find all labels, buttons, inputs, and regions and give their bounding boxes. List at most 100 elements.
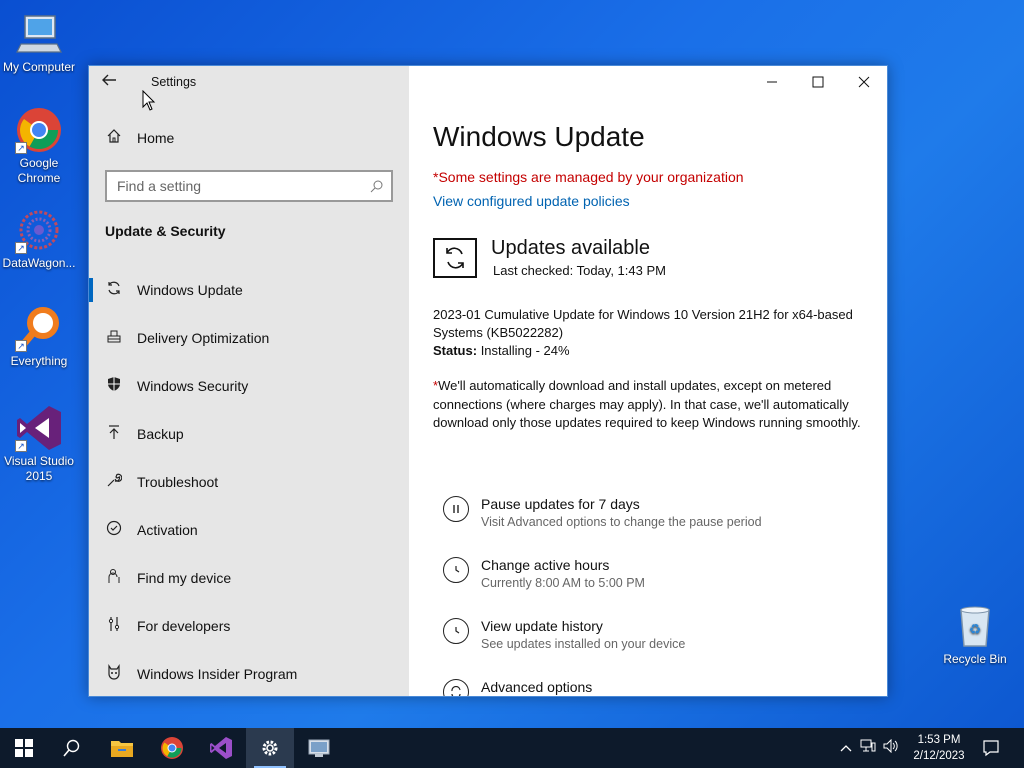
- visual-studio-icon: [210, 737, 232, 759]
- advanced-options-option[interactable]: Advanced options: [443, 679, 863, 696]
- settings-taskbar-button[interactable]: [246, 728, 294, 768]
- clock-icon: [443, 557, 469, 583]
- desktop-icon-google-chrome[interactable]: ↗ Google Chrome: [0, 106, 78, 186]
- magnifier-icon: ↗: [15, 304, 63, 352]
- option-title: View update history: [481, 618, 603, 634]
- remote-app-icon: [308, 739, 330, 757]
- sync-icon: [105, 280, 123, 300]
- recycle-bin-icon: ♻: [951, 602, 999, 650]
- find-setting-input[interactable]: Find a setting: [105, 170, 393, 202]
- view-update-history-option[interactable]: View update history See updates installe…: [443, 618, 863, 668]
- pause-updates-option[interactable]: Pause updates for 7 days Visit Advanced …: [443, 496, 863, 546]
- mouse-cursor-icon: [142, 89, 156, 116]
- clock-time: 1:53 PM: [917, 734, 961, 746]
- backup-icon: [105, 424, 123, 444]
- visual-studio-icon: ↗: [15, 404, 63, 452]
- sidebar-item-backup[interactable]: Backup: [89, 410, 409, 458]
- search-placeholder: Find a setting: [117, 178, 202, 194]
- search-button[interactable]: [48, 728, 96, 768]
- network-icon[interactable]: [856, 739, 880, 757]
- desktop-icon-visual-studio[interactable]: ↗ Visual Studio 2015: [0, 404, 78, 484]
- sidebar-item-windows-security[interactable]: Windows Security: [89, 362, 409, 410]
- desktop-icon-everything[interactable]: ↗ Everything: [0, 304, 78, 369]
- sidebar-item-windows-insider-program[interactable]: Windows Insider Program: [89, 650, 409, 696]
- windows-logo-icon: [15, 739, 33, 757]
- app-taskbar-button[interactable]: [295, 728, 343, 768]
- status-heading: Updates available: [491, 237, 650, 259]
- sidebar-item-activation[interactable]: Activation: [89, 506, 409, 554]
- folder-icon: [111, 741, 133, 757]
- sidebar-item-windows-update[interactable]: Windows Update: [89, 266, 409, 314]
- search-icon: [63, 739, 80, 757]
- sidebar-item-label: Backup: [137, 426, 184, 442]
- action-center-button[interactable]: [968, 728, 1014, 768]
- visual-studio-taskbar-button[interactable]: [197, 728, 245, 768]
- view-update-policies-link[interactable]: View configured update policies: [433, 193, 630, 209]
- close-button[interactable]: [841, 66, 887, 98]
- minimize-button[interactable]: [749, 66, 795, 98]
- person-pin-icon: [105, 568, 123, 588]
- sidebar-item-label: For developers: [137, 618, 231, 634]
- sidebar-item-label: Delivery Optimization: [137, 330, 270, 346]
- sidebar-item-for-developers[interactable]: For developers: [89, 602, 409, 650]
- sidebar-item-troubleshoot[interactable]: Troubleshoot: [89, 458, 409, 506]
- page-title: Windows Update: [433, 121, 645, 152]
- search-icon: [370, 172, 383, 203]
- notification-icon: [983, 740, 999, 757]
- chrome-icon: ↗: [15, 106, 63, 154]
- shortcut-arrow-icon: ↗: [15, 340, 27, 352]
- gear-icon: [262, 740, 278, 756]
- option-subtitle: Currently 8:00 AM to 5:00 PM: [481, 576, 645, 590]
- desktop-icon-label: Everything: [10, 354, 68, 368]
- developer-icon: [105, 616, 123, 636]
- check-circle-icon: [105, 520, 123, 540]
- desktop-icon-label: DataWagon...: [2, 256, 76, 270]
- option-title: Change active hours: [481, 557, 610, 573]
- maximize-button[interactable]: [795, 66, 841, 98]
- sidebar-item-find-my-device[interactable]: Find my device: [89, 554, 409, 602]
- section-title: Update & Security: [105, 223, 226, 239]
- desktop-icon-recycle-bin[interactable]: ♻ Recycle Bin: [936, 602, 1014, 667]
- settings-main-pane: Windows Update *Some settings are manage…: [409, 66, 887, 696]
- sidebar-item-delivery-optimization[interactable]: Delivery Optimization: [89, 314, 409, 362]
- volume-icon[interactable]: [880, 738, 902, 757]
- computer-icon: [15, 10, 63, 58]
- chevron-up-icon[interactable]: [838, 741, 854, 756]
- chrome-icon: [161, 737, 183, 759]
- desktop-icon-label: My Computer: [2, 60, 76, 74]
- pause-icon: [443, 496, 469, 522]
- desktop-icon-datawagon[interactable]: ↗ DataWagon...: [0, 206, 78, 271]
- shortcut-arrow-icon: ↗: [15, 440, 27, 452]
- option-title: Advanced options: [481, 679, 593, 695]
- back-arrow-icon[interactable]: [101, 72, 121, 92]
- notice-text: We'll automatically download and install…: [433, 378, 861, 430]
- chrome-taskbar-button[interactable]: [148, 728, 196, 768]
- advanced-sync-icon: [443, 679, 469, 696]
- start-button[interactable]: [0, 728, 48, 768]
- sidebar-item-label: Find my device: [137, 570, 232, 586]
- minimize-icon: [767, 81, 777, 83]
- nav-home[interactable]: Home: [105, 128, 174, 148]
- clock-date: 2/12/2023: [913, 750, 965, 762]
- taskbar-clock[interactable]: 1:53 PM 2/12/2023: [904, 732, 974, 764]
- update-sync-icon: [433, 238, 477, 278]
- option-subtitle: See updates installed on your device: [481, 637, 686, 651]
- wrench-icon: [105, 472, 123, 492]
- sidebar-item-label: Windows Insider Program: [137, 666, 298, 682]
- settings-sidebar: Settings Home Find a setting Update & Se…: [89, 66, 409, 696]
- desktop-icon-my-computer[interactable]: My Computer: [0, 10, 78, 75]
- file-explorer-button[interactable]: [98, 728, 146, 768]
- sidebar-item-label: Windows Update: [137, 282, 243, 298]
- option-subtitle: Visit Advanced options to change the pau…: [481, 515, 762, 529]
- status-value: Installing - 24%: [480, 343, 570, 358]
- update-name: 2023-01 Cumulative Update for Windows 10…: [433, 307, 853, 340]
- last-checked: Last checked: Today, 1:43 PM: [493, 263, 666, 278]
- settings-window: Settings Home Find a setting Update & Se…: [88, 65, 888, 697]
- change-active-hours-option[interactable]: Change active hours Currently 8:00 AM to…: [443, 557, 863, 607]
- auto-update-notice: *We'll automatically download and instal…: [433, 377, 873, 433]
- window-title: Settings: [151, 75, 197, 89]
- shield-icon: [105, 376, 123, 396]
- sidebar-item-label: Troubleshoot: [137, 474, 219, 490]
- status-label: Status:: [433, 343, 478, 358]
- delivery-icon: [105, 328, 123, 348]
